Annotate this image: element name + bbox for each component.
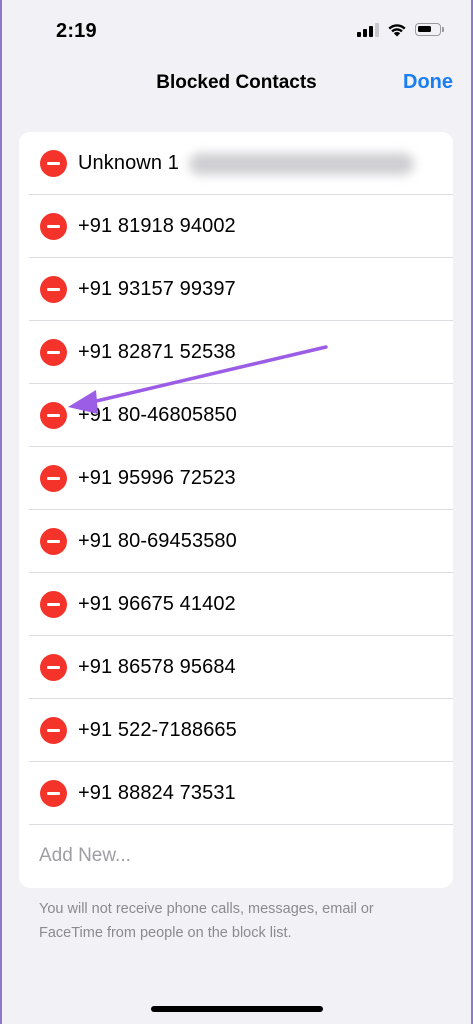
- remove-contact-button[interactable]: [40, 654, 67, 681]
- contact-label: +91 82871 52538: [78, 341, 236, 363]
- contact-row[interactable]: +91 82871 52538: [19, 321, 453, 384]
- cellular-signal-icon: [357, 22, 379, 37]
- status-icons: [357, 22, 444, 37]
- contact-row[interactable]: +91 88824 73531: [19, 762, 453, 825]
- remove-contact-button[interactable]: [40, 339, 67, 366]
- remove-contact-button[interactable]: [40, 591, 67, 618]
- minus-icon: [47, 288, 60, 291]
- redacted-detail: [189, 153, 414, 175]
- contact-label: +91 80-69453580: [78, 530, 237, 552]
- done-button[interactable]: Done: [403, 71, 453, 94]
- contact-label: +91 96675 41402: [78, 593, 236, 615]
- contact-label: +91 80-46805850: [78, 404, 237, 426]
- minus-icon: [47, 792, 60, 795]
- battery-level: [418, 26, 431, 32]
- contact-label: +91 93157 99397: [78, 278, 236, 300]
- add-new-row[interactable]: Add New...: [19, 825, 453, 888]
- contact-row[interactable]: +91 81918 94002: [19, 195, 453, 258]
- minus-icon: [47, 540, 60, 543]
- remove-contact-button[interactable]: [40, 528, 67, 555]
- contact-label: +91 81918 94002: [78, 215, 236, 237]
- contact-row[interactable]: +91 86578 95684: [19, 636, 453, 699]
- remove-contact-button[interactable]: [40, 213, 67, 240]
- contact-row[interactable]: +91 96675 41402: [19, 573, 453, 636]
- contact-label: +91 95996 72523: [78, 467, 236, 489]
- status-time: 2:19: [56, 20, 97, 42]
- remove-contact-button[interactable]: [40, 465, 67, 492]
- wifi-icon: [388, 24, 406, 37]
- remove-contact-button[interactable]: [40, 402, 67, 429]
- blocked-contacts-list: Unknown 1 +91 81918 94002 +91 93157 99397 +…: [19, 132, 453, 888]
- minus-icon: [47, 729, 60, 732]
- contact-label: +91 522-7188665: [78, 719, 237, 741]
- contact-row[interactable]: +91 93157 99397: [19, 258, 453, 321]
- contact-row[interactable]: +91 522-7188665: [19, 699, 453, 762]
- minus-icon: [47, 351, 60, 354]
- frame-border-left: [0, 0, 2, 1024]
- home-indicator: [151, 1006, 323, 1012]
- minus-icon: [47, 162, 60, 165]
- contact-row[interactable]: +91 80-46805850: [19, 384, 453, 447]
- contact-row[interactable]: +91 95996 72523: [19, 447, 453, 510]
- remove-contact-button[interactable]: [40, 276, 67, 303]
- minus-icon: [47, 666, 60, 669]
- contact-label: Unknown 1: [78, 152, 179, 174]
- contact-row[interactable]: +91 80-69453580: [19, 510, 453, 573]
- contact-row[interactable]: Unknown 1: [19, 132, 453, 195]
- minus-icon: [47, 477, 60, 480]
- minus-icon: [47, 603, 60, 606]
- contact-label: +91 86578 95684: [78, 656, 236, 678]
- battery-icon: [415, 23, 444, 36]
- status-bar: 2:19: [0, 0, 473, 60]
- remove-contact-button[interactable]: [40, 717, 67, 744]
- add-new-button[interactable]: Add New...: [39, 845, 131, 867]
- remove-contact-button[interactable]: [40, 780, 67, 807]
- contact-label: +91 88824 73531: [78, 782, 236, 804]
- minus-icon: [47, 225, 60, 228]
- minus-icon: [47, 414, 60, 417]
- footer-note: You will not receive phone calls, messag…: [39, 901, 374, 941]
- remove-contact-button[interactable]: [40, 150, 67, 177]
